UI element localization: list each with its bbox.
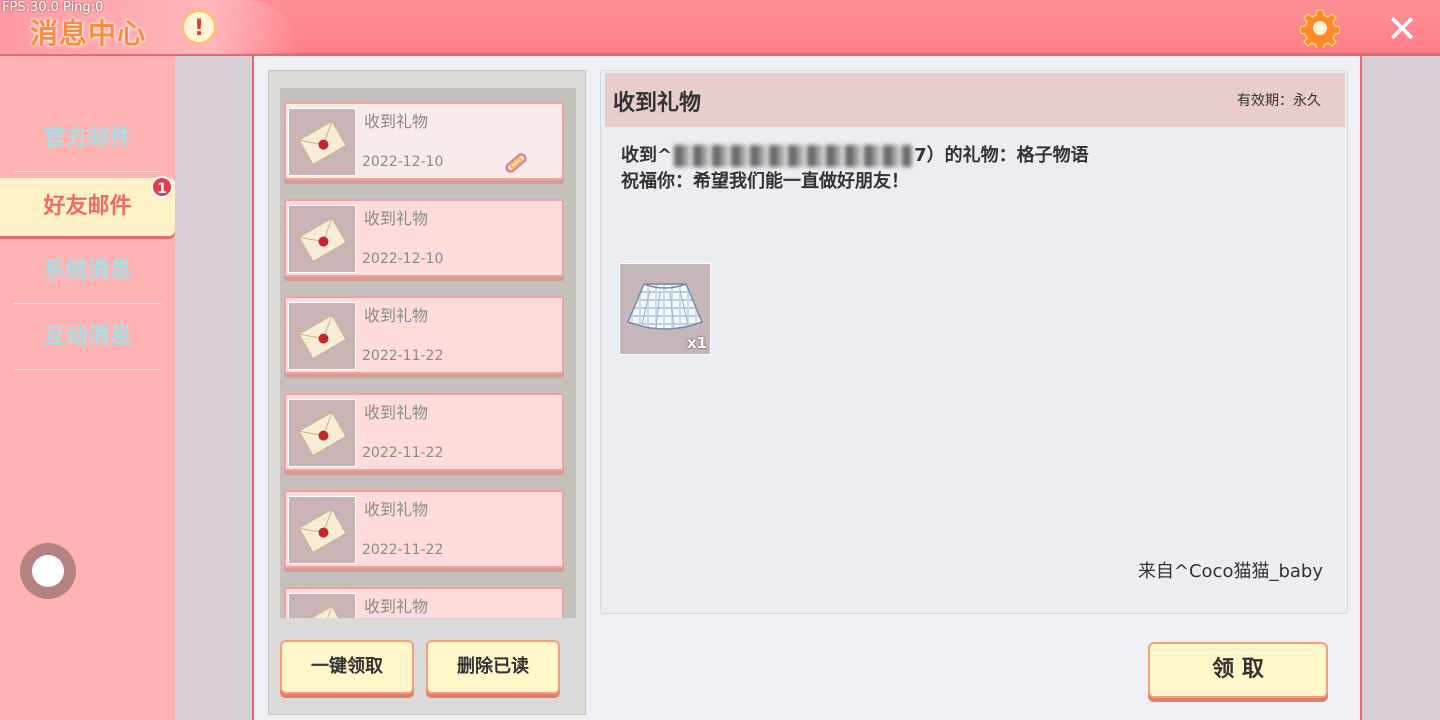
- body-prefix: 收到^: [621, 145, 673, 166]
- divider: [14, 369, 161, 370]
- mail-title: 收到礼物: [364, 500, 429, 519]
- tab-system-messages[interactable]: 系统消息: [0, 242, 175, 304]
- mail-body-line-2: 祝福你：希望我们能一直做好朋友！: [621, 171, 909, 192]
- redacted-name: [674, 145, 913, 167]
- validity-label: 有效期：永久: [1237, 93, 1321, 109]
- tab-official-mail[interactable]: 官方邮件: [0, 110, 175, 172]
- mail-date: 2022-12-10: [362, 251, 444, 267]
- page-title: 消息中心: [30, 17, 147, 50]
- envelope-icon: [288, 302, 356, 370]
- list-item[interactable]: 收到礼物 2022-11-22: [284, 296, 564, 374]
- sender-label: 来自^Coco猫猫_baby: [1137, 561, 1323, 582]
- sidebar: 官方邮件 好友邮件 1 系统消息 互动消息: [0, 56, 175, 720]
- tab-friend-mail[interactable]: 好友邮件 1: [0, 176, 175, 236]
- mail-title: 收到礼物: [364, 306, 429, 325]
- detail-title: 收到礼物: [613, 91, 702, 116]
- envelope-icon: [288, 108, 356, 176]
- mail-date: 2022-11-22: [362, 542, 444, 558]
- mail-title: 收到礼物: [364, 403, 429, 422]
- tab-label: 系统消息: [43, 258, 132, 283]
- tab-label: 互动消息: [43, 324, 132, 349]
- list-item[interactable]: 收到礼物 2022-11-22: [284, 393, 564, 471]
- divider: [14, 171, 161, 172]
- tab-label: 好友邮件: [43, 194, 132, 219]
- mail-detail: 收到礼物 有效期：永久 收到^ 7）的礼物：格子物语 祝福你：希望我们能一直做好朋…: [600, 70, 1348, 614]
- warning-icon[interactable]: !: [182, 10, 216, 44]
- list-item[interactable]: 收到礼物 2022-11-22: [284, 490, 564, 568]
- list-item[interactable]: 收到礼物 2022-12-10: [284, 199, 564, 277]
- gear-icon[interactable]: [1300, 8, 1340, 48]
- delete-read-button[interactable]: 删除已读: [426, 640, 560, 694]
- tab-interaction-messages[interactable]: 互动消息: [0, 308, 175, 370]
- mail-date: 2022-11-22: [362, 445, 444, 461]
- item-count: x1: [686, 334, 707, 352]
- mail-date: 2022-11-22: [362, 348, 444, 364]
- attachment-icon: [505, 153, 527, 173]
- detail-header: 收到礼物 有效期：永久: [605, 73, 1345, 127]
- fps-readout: FPS:30.0 Ping:0: [2, 0, 104, 15]
- mail-title: 收到礼物: [364, 209, 429, 228]
- mail-date: 2022-12-10: [362, 154, 444, 170]
- claim-button[interactable]: 领 取: [1148, 642, 1328, 698]
- list-item[interactable]: 收到礼物 2022-12-10: [284, 102, 564, 180]
- close-icon[interactable]: ✕: [1384, 10, 1420, 48]
- body-suffix: 7）的礼物：格子物语: [914, 145, 1089, 166]
- mail-body-line-1: 收到^ 7）的礼物：格子物语: [621, 143, 1089, 169]
- list-item[interactable]: 收到礼物: [284, 587, 564, 618]
- envelope-icon: [288, 593, 356, 618]
- divider: [14, 303, 161, 304]
- mail-title: 收到礼物: [364, 112, 429, 131]
- claim-all-button[interactable]: 一键领取: [280, 640, 414, 694]
- mail-list[interactable]: 收到礼物 2022-12-10 收到礼物 2022-12-10 收到礼物 202…: [280, 88, 576, 618]
- gift-item-slot[interactable]: x1: [619, 263, 711, 355]
- envelope-icon: [288, 205, 356, 273]
- envelope-icon: [288, 496, 356, 564]
- envelope-icon: [288, 399, 356, 467]
- unread-badge: 1: [151, 176, 173, 198]
- tab-label: 官方邮件: [43, 126, 132, 151]
- floating-joystick-button[interactable]: [20, 543, 76, 599]
- top-bar: 消息中心 ! ✕: [0, 0, 1440, 56]
- mail-body: 收到^ 7）的礼物：格子物语 祝福你：希望我们能一直做好朋友！: [621, 143, 1089, 195]
- mail-title: 收到礼物: [364, 597, 429, 616]
